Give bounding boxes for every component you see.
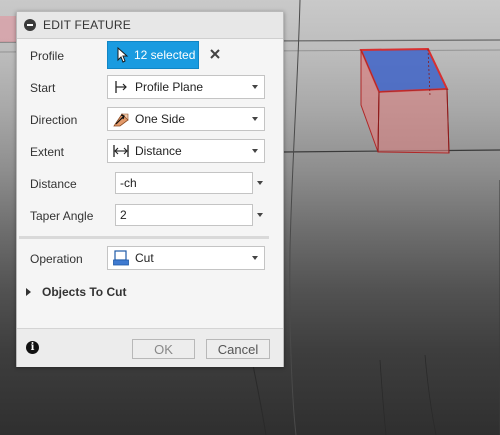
direction-label: Direction	[30, 113, 78, 127]
profile-selection-button[interactable]: 12 selected	[107, 41, 199, 69]
operation-value: Cut	[135, 251, 154, 265]
extent-select[interactable]: Distance	[107, 139, 265, 163]
extent-row: Extent Distance	[17, 139, 283, 165]
start-value: Profile Plane	[135, 80, 204, 94]
model-edge	[424, 354, 437, 435]
dialog-title: EDIT FEATURE	[43, 18, 131, 32]
cut-icon	[112, 249, 130, 267]
direction-select[interactable]: One Side	[107, 107, 265, 131]
profile-plane-icon	[112, 78, 130, 96]
taper-angle-row: Taper Angle	[17, 204, 283, 230]
taper-angle-input[interactable]	[115, 204, 253, 226]
operation-select[interactable]: Cut	[107, 246, 265, 270]
cancel-button[interactable]: Cancel	[206, 339, 270, 359]
distance-input[interactable]	[115, 172, 253, 194]
direction-row: Direction One Side	[17, 107, 283, 133]
chevron-down-icon	[252, 256, 258, 260]
start-label: Start	[30, 81, 56, 95]
collapse-dialog-icon[interactable]	[24, 19, 36, 31]
section-divider	[19, 236, 269, 239]
chevron-down-icon	[252, 149, 258, 153]
ok-button[interactable]: OK	[132, 339, 195, 359]
model-edge	[289, 0, 301, 435]
chevron-down-icon	[252, 117, 258, 121]
start-row: Start Profile Plane	[17, 75, 283, 101]
direction-value: One Side	[135, 112, 186, 126]
profile-label: Profile	[30, 49, 65, 63]
extent-value: Distance	[135, 144, 182, 158]
distance-label: Distance	[30, 177, 77, 191]
dialog-footer: i OK Cancel	[17, 328, 283, 367]
profile-selection-count: 12 selected	[134, 48, 196, 62]
objects-to-cut-label: Objects To Cut	[42, 285, 127, 299]
dialog-header[interactable]: EDIT FEATURE	[17, 12, 283, 39]
preview-front-face	[377, 88, 450, 154]
chevron-down-icon	[252, 85, 258, 89]
cut-preview-box[interactable]	[359, 47, 450, 154]
expand-triangle-icon	[26, 288, 31, 296]
model-edge	[379, 359, 387, 435]
extent-label: Extent	[30, 145, 65, 159]
operation-row: Operation Cut	[17, 246, 283, 272]
cursor-arrow-icon	[117, 47, 129, 63]
start-select[interactable]: Profile Plane	[107, 75, 265, 99]
one-side-icon	[112, 110, 130, 128]
distance-row: Distance	[17, 172, 283, 198]
model-edge	[251, 359, 267, 435]
operation-label: Operation	[30, 252, 83, 266]
profile-row: Profile 12 selected	[17, 41, 283, 69]
info-icon[interactable]: i	[26, 341, 39, 354]
preview-sliver	[0, 16, 16, 42]
objects-to-cut-toggle[interactable]: Objects To Cut	[26, 283, 126, 301]
edit-feature-dialog: EDIT FEATURE Profile 12 selected Start P…	[16, 11, 284, 367]
taper-angle-label: Taper Angle	[30, 209, 94, 223]
clear-selection-icon[interactable]	[208, 47, 222, 61]
distance-icon	[112, 142, 130, 160]
chevron-down-icon[interactable]	[257, 213, 263, 217]
chevron-down-icon[interactable]	[257, 181, 263, 185]
